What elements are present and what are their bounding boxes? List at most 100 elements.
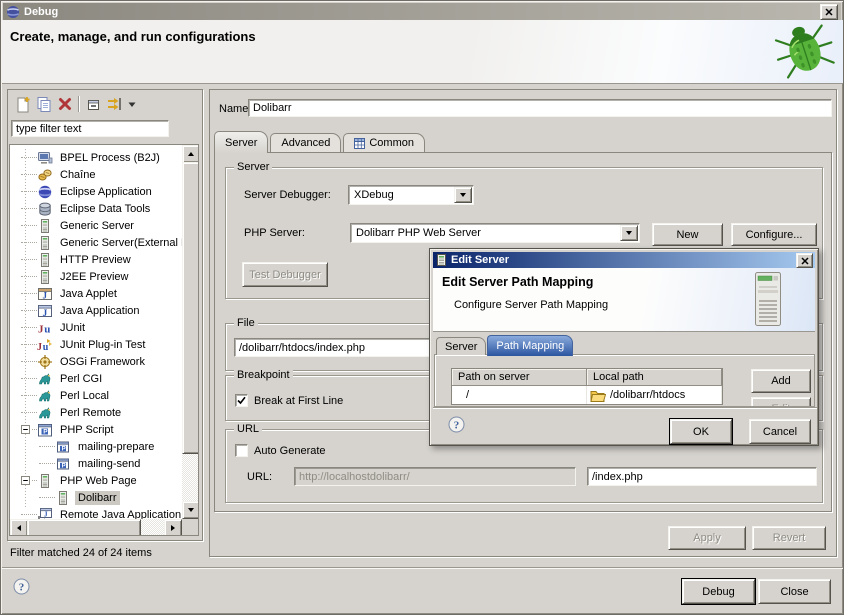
database-icon bbox=[37, 201, 53, 217]
tree-item[interactable]: Chaîne bbox=[11, 166, 182, 183]
scroll-down-button[interactable] bbox=[182, 501, 199, 519]
test-debugger-button-label: Test Debugger bbox=[249, 269, 321, 281]
tree-guide bbox=[39, 446, 55, 447]
perl-icon bbox=[37, 371, 53, 387]
tree-guide bbox=[21, 174, 37, 175]
tree-item-label: Dolibarr bbox=[75, 491, 120, 505]
php-file-icon: P bbox=[55, 439, 71, 455]
add-button-label: Add bbox=[771, 375, 791, 387]
window-close-button[interactable] bbox=[820, 4, 838, 20]
delete-button[interactable] bbox=[54, 94, 75, 114]
ok-button[interactable]: OK bbox=[670, 419, 732, 444]
table-row[interactable]: //dolibarr/htdocs bbox=[452, 386, 722, 404]
server-mini-icon bbox=[436, 254, 447, 266]
url-path-input[interactable] bbox=[587, 467, 817, 486]
tree-item[interactable]: Generic Server bbox=[11, 217, 182, 234]
svg-text:J: J bbox=[43, 308, 48, 318]
name-input[interactable] bbox=[248, 99, 832, 117]
add-mapping-button[interactable]: Add bbox=[751, 369, 811, 393]
path-mapping-table: Path on serverLocal path //dolibarr/htdo… bbox=[451, 368, 723, 405]
tab-label: Advanced bbox=[281, 137, 330, 149]
horizontal-scroll-thumb[interactable] bbox=[27, 519, 141, 536]
new-server-button[interactable]: New bbox=[652, 223, 723, 246]
scrollbar-corner bbox=[182, 519, 198, 535]
url-group-title: URL bbox=[234, 423, 262, 436]
dialog-tab-path-mapping[interactable]: Path Mapping bbox=[487, 335, 573, 356]
tree-item[interactable]: JJava Application bbox=[11, 302, 182, 319]
tree-guide bbox=[21, 242, 37, 243]
tab-advanced[interactable]: Advanced bbox=[270, 133, 341, 152]
tree-item[interactable]: BPEL Process (B2J) bbox=[11, 149, 182, 166]
banner: Create, manage, and run configurations bbox=[2, 20, 844, 84]
table-header-row: Path on serverLocal path bbox=[452, 369, 722, 386]
table-body: //dolibarr/htdocs bbox=[452, 386, 722, 404]
table-header-local-path[interactable]: Local path bbox=[587, 369, 722, 386]
configure-server-button[interactable]: Configure... bbox=[731, 223, 817, 246]
tree-item[interactable]: Pmailing-send bbox=[11, 455, 182, 472]
collapse-all-button[interactable] bbox=[83, 94, 104, 114]
tree-item[interactable]: JJava Applet bbox=[11, 285, 182, 302]
help-icon[interactable]: ? bbox=[13, 578, 30, 595]
filter-input[interactable] bbox=[11, 120, 169, 137]
tree-item-label: JUnit bbox=[57, 321, 88, 335]
break-at-first-line-checkbox[interactable] bbox=[235, 394, 248, 407]
duplicate-button[interactable] bbox=[33, 94, 54, 114]
apply-button-label: Apply bbox=[693, 532, 721, 544]
tree-item[interactable]: Perl Local bbox=[11, 387, 182, 404]
dialog-tab-label: Server bbox=[445, 341, 477, 353]
debug-button[interactable]: Debug bbox=[682, 579, 755, 604]
tree-item[interactable]: Eclipse Data Tools bbox=[11, 200, 182, 217]
scroll-left-button[interactable] bbox=[10, 519, 28, 536]
combo-dropdown-button[interactable] bbox=[454, 187, 472, 203]
tab-common[interactable]: Common bbox=[343, 133, 425, 152]
tree-item[interactable]: HTTP Preview bbox=[11, 251, 182, 268]
url-base-input bbox=[294, 467, 576, 486]
tab-label: Common bbox=[369, 137, 414, 149]
new-configuration-button[interactable] bbox=[12, 94, 33, 114]
tree-item[interactable]: PPHP Script bbox=[11, 421, 182, 438]
close-button[interactable]: Close bbox=[758, 579, 831, 604]
name-label: Name: bbox=[219, 103, 251, 115]
table-header-path-on-server[interactable]: Path on server bbox=[452, 369, 587, 386]
help-icon[interactable]: ? bbox=[448, 416, 465, 433]
collapse-expander-icon[interactable] bbox=[21, 476, 30, 485]
toolbar-separator bbox=[78, 96, 79, 112]
php-server-combo[interactable]: Dolibarr PHP Web Server bbox=[350, 223, 640, 243]
dialog-tab-server[interactable]: Server bbox=[436, 337, 486, 355]
tree-item[interactable]: Eclipse Application bbox=[11, 183, 182, 200]
filter-button[interactable] bbox=[104, 94, 125, 114]
tree-item[interactable]: J2EE Preview bbox=[11, 268, 182, 285]
tree-item-label: PHP Web Page bbox=[57, 474, 140, 488]
menu-arrow-button[interactable] bbox=[125, 94, 138, 114]
dialog-close-button[interactable] bbox=[796, 253, 813, 268]
tree-vertical-scrollbar bbox=[182, 145, 198, 519]
tree-item[interactable]: PHP Web Page bbox=[11, 472, 182, 489]
tab-server[interactable]: Server bbox=[214, 131, 268, 153]
window-titlebar: Debug bbox=[3, 3, 841, 20]
dialog-titlebar: Edit Server bbox=[433, 252, 815, 268]
tree-item[interactable]: JuJUnit bbox=[11, 319, 182, 336]
vertical-scroll-thumb[interactable] bbox=[182, 162, 199, 454]
scroll-up-button[interactable] bbox=[182, 145, 199, 163]
collapse-expander-icon[interactable] bbox=[21, 425, 30, 434]
server-debugger-combo[interactable]: XDebug bbox=[348, 185, 474, 205]
tree-item[interactable]: Pmailing-prepare bbox=[11, 438, 182, 455]
test-debugger-button: Test Debugger bbox=[242, 262, 328, 287]
delete-icon bbox=[56, 95, 74, 113]
tree-guide bbox=[21, 327, 37, 328]
tree-item[interactable]: Generic Server(External La bbox=[11, 234, 182, 251]
tree-item[interactable]: Perl Remote bbox=[11, 404, 182, 421]
tree-item[interactable]: Dolibarr bbox=[11, 489, 182, 506]
tree-item[interactable]: OSGi Framework bbox=[11, 353, 182, 370]
tree-item-label: mailing-send bbox=[75, 457, 143, 471]
new-configuration-icon bbox=[14, 95, 32, 113]
auto-generate-checkbox[interactable] bbox=[235, 444, 248, 457]
scroll-right-button[interactable] bbox=[164, 519, 182, 536]
svg-text:J: J bbox=[37, 342, 42, 353]
tree-item[interactable]: Perl CGI bbox=[11, 370, 182, 387]
server-debugger-value: XDebug bbox=[354, 189, 394, 201]
combo-dropdown-button[interactable] bbox=[620, 225, 638, 241]
osgi-icon bbox=[37, 354, 53, 370]
cancel-button[interactable]: Cancel bbox=[749, 419, 811, 444]
tree-item[interactable]: JuJUnit Plug-in Test bbox=[11, 336, 182, 353]
